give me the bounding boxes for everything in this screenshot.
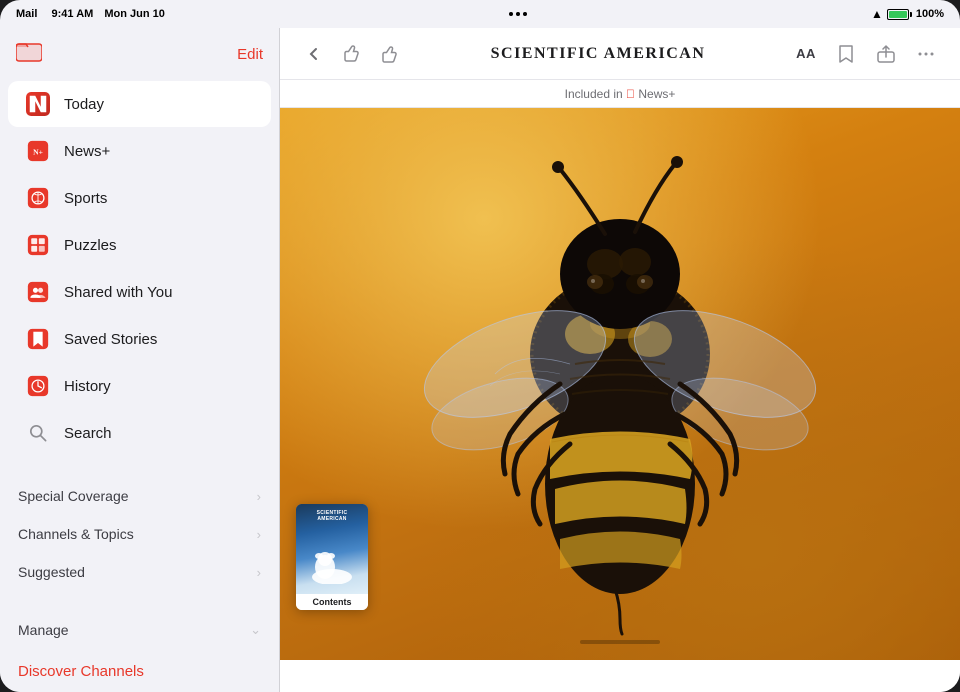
back-icon <box>305 45 323 63</box>
magazine-thumbnail[interactable]: SCIENTIFICAMERICAN Contents <box>296 504 368 610</box>
shared-label: Shared with You <box>64 284 172 301</box>
bee-illustration <box>280 108 960 660</box>
nav-item-search[interactable]: Search <box>8 410 271 456</box>
ipad-frame: Mail 9:41 AM Mon Jun 10 ▲ 100% <box>0 0 960 692</box>
nav-group <box>296 36 408 72</box>
status-time: 9:41 AM <box>52 8 94 20</box>
nav-item-puzzles[interactable]: Puzzles <box>8 222 271 268</box>
channels-topics-label: Channels & Topics <box>18 526 134 542</box>
manage-links-container: Discover Channels Notifications & Email … <box>0 649 279 692</box>
dot3 <box>523 12 527 16</box>
puzzles-label: Puzzles <box>64 237 117 254</box>
dislike-button[interactable] <box>334 36 370 72</box>
dot2 <box>516 12 520 16</box>
nav-section-manage: Manage ⌄ Discover Channels Notifications… <box>0 607 279 692</box>
status-app-name: Mail <box>16 8 37 20</box>
bookmark-button[interactable] <box>828 36 864 72</box>
status-date: Mon Jun 10 <box>104 8 165 20</box>
thumb-sci-am-label: SCIENTIFICAMERICAN <box>296 507 368 522</box>
manage-label: Manage <box>18 622 69 638</box>
font-size-button[interactable]: AA <box>788 36 824 72</box>
today-label: Today <box>64 96 104 113</box>
saved-icon <box>24 325 52 353</box>
history-label: History <box>64 378 111 395</box>
battery-pct: 100% <box>916 8 944 20</box>
sports-label: Sports <box>64 190 107 207</box>
more-button[interactable] <box>908 36 944 72</box>
status-bar: Mail 9:41 AM Mon Jun 10 ▲ 100% <box>0 0 960 28</box>
nav-item-sports[interactable]: Sports <box>8 175 271 221</box>
chevron-down-icon-manage: ⌄ <box>250 622 261 638</box>
nav-item-newsplus[interactable]: N+ News+ <box>8 128 271 174</box>
ellipsis-dots <box>509 12 527 16</box>
history-icon <box>24 372 52 400</box>
apple-logo-icon:  <box>626 87 635 101</box>
main-content: SCIENTIFIC AMERICAN AA <box>280 28 960 692</box>
saved-label: Saved Stories <box>64 331 157 348</box>
folder-icon[interactable] <box>16 40 42 68</box>
like-icon <box>380 44 400 64</box>
status-bar-right: ▲ 100% <box>871 7 944 21</box>
puzzles-icon <box>24 231 52 259</box>
chevron-right-icon-suggested: › <box>257 565 261 580</box>
toolbar-right-group: AA <box>788 36 944 72</box>
like-button[interactable] <box>372 36 408 72</box>
wifi-icon: ▲ <box>871 7 883 21</box>
search-label: Search <box>64 425 112 442</box>
newsplus-label: News+ <box>64 143 110 160</box>
font-size-label: AA <box>796 46 816 61</box>
chevron-right-icon-channels: › <box>257 527 261 542</box>
battery-fill <box>889 11 907 18</box>
polar-bear-icon <box>307 549 357 584</box>
svg-text:N+: N+ <box>33 147 43 156</box>
nav-section-expand: Special Coverage › Channels & Topics › S… <box>0 473 279 595</box>
magazine-thumb-image: SCIENTIFICAMERICAN <box>296 504 368 594</box>
sidebar: Edit Today <box>0 28 280 692</box>
status-bar-left: Mail 9:41 AM Mon Jun 10 <box>16 8 165 20</box>
newsplus-icon: N+ <box>24 137 52 165</box>
expand-channels-topics[interactable]: Channels & Topics › <box>0 515 279 553</box>
special-coverage-label: Special Coverage <box>18 488 129 504</box>
today-icon <box>24 90 52 118</box>
nav-item-saved[interactable]: Saved Stories <box>8 316 271 362</box>
nav-item-today[interactable]: Today <box>8 81 271 127</box>
battery-body <box>887 9 909 20</box>
app-container: Edit Today <box>0 28 960 692</box>
today-n-icon <box>26 92 50 116</box>
bee-image: SCIENTIFICAMERICAN Contents <box>280 108 960 660</box>
sports-icon <box>24 184 52 212</box>
edit-button[interactable]: Edit <box>237 46 263 63</box>
magazine-contents-label: Contents <box>296 594 368 610</box>
page-indicator <box>580 640 660 644</box>
article-toolbar: SCIENTIFIC AMERICAN AA <box>280 28 960 80</box>
more-icon <box>916 44 936 64</box>
newsplus-banner: Included in  News+ <box>280 80 960 108</box>
status-bar-center <box>509 12 527 16</box>
dot1 <box>509 12 513 16</box>
nav-item-history[interactable]: History <box>8 363 271 409</box>
nav-section-main: Today N+ News+ <box>0 76 279 461</box>
nav-item-shared[interactable]: Shared with You <box>8 269 271 315</box>
shared-icon <box>24 278 52 306</box>
share-button[interactable] <box>868 36 904 72</box>
suggested-label: Suggested <box>18 564 85 580</box>
article-publication-title: SCIENTIFIC AMERICAN <box>416 45 780 63</box>
battery-nub <box>910 12 912 17</box>
expand-special-coverage[interactable]: Special Coverage › <box>0 477 279 515</box>
dislike-icon <box>342 44 362 64</box>
article-body: SCIENTIFICAMERICAN Contents <box>280 108 960 692</box>
search-icon <box>24 419 52 447</box>
expand-suggested[interactable]: Suggested › <box>0 553 279 591</box>
battery-icon <box>887 9 912 20</box>
newsplus-banner-text: Included in  News+ <box>565 87 676 101</box>
share-icon <box>876 44 896 64</box>
back-button[interactable] <box>296 36 332 72</box>
sidebar-header: Edit <box>0 28 279 76</box>
manage-header[interactable]: Manage ⌄ <box>0 611 279 649</box>
discover-channels-link[interactable]: Discover Channels <box>0 653 279 690</box>
chevron-right-icon-special: › <box>257 489 261 504</box>
bookmark-icon <box>837 44 855 64</box>
